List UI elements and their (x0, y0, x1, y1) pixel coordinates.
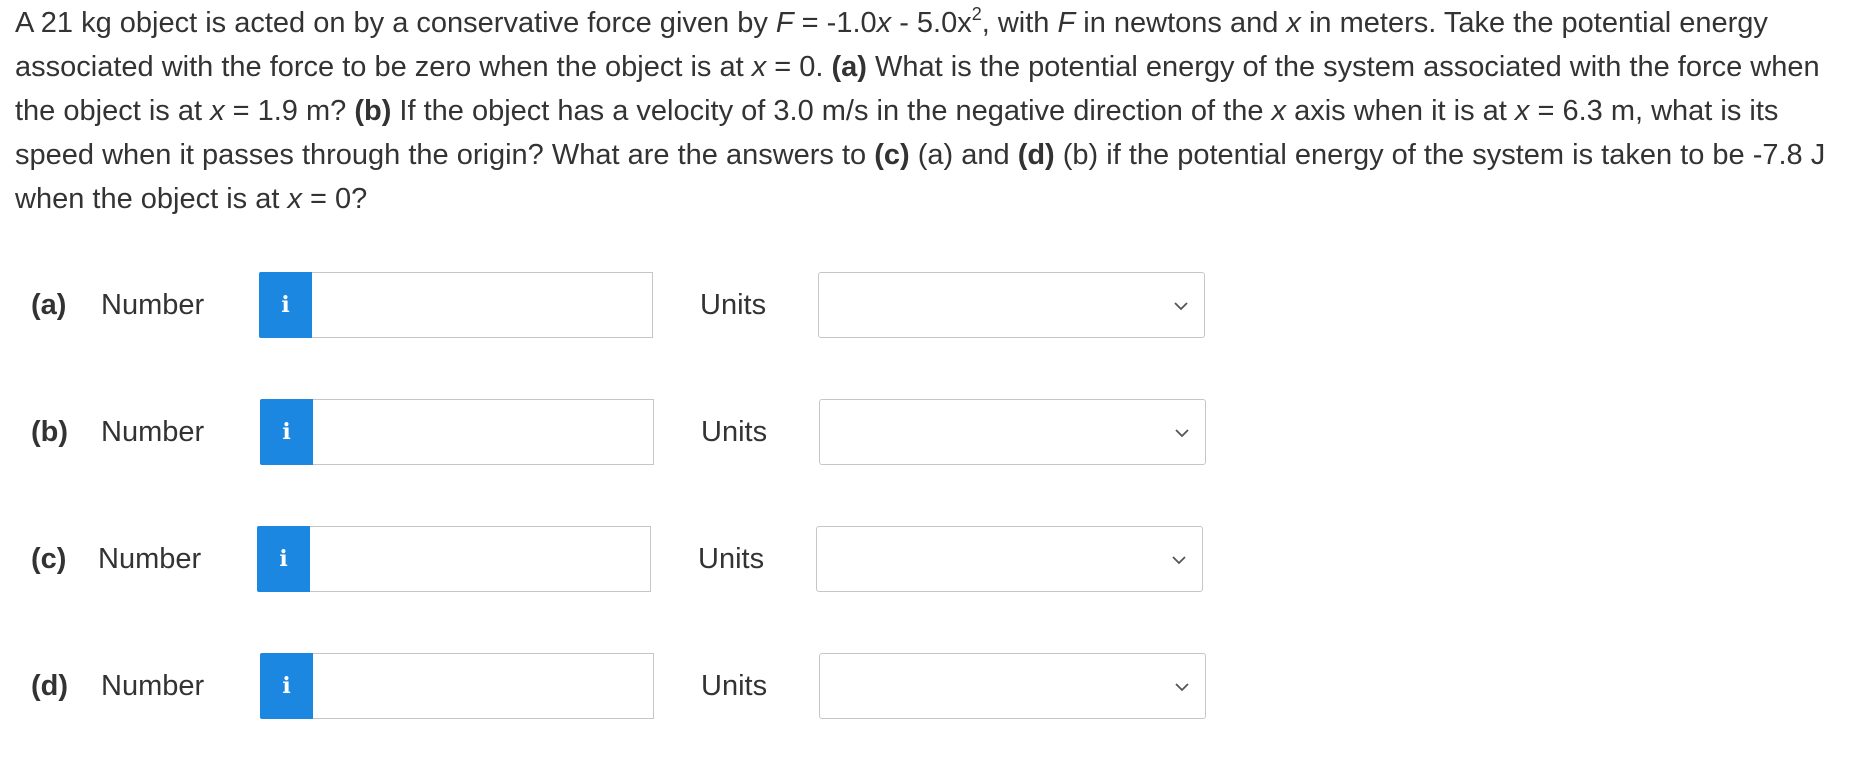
chevron-down-icon (1175, 429, 1189, 438)
question-text: A 21 kg object is acted on by a conserva… (15, 4, 1826, 215)
part-label: (b) (31, 416, 69, 448)
number-input[interactable] (310, 526, 651, 592)
chevron-down-icon (1172, 556, 1186, 565)
units-select[interactable] (819, 653, 1206, 719)
units-select[interactable] (818, 272, 1205, 338)
chevron-down-icon (1174, 302, 1188, 311)
chevron-down-icon (1175, 683, 1189, 692)
info-icon[interactable]: i (260, 653, 313, 719)
part-label: (a) (31, 289, 67, 321)
units-label: Units (701, 670, 768, 702)
units-label: Units (700, 289, 767, 321)
number-input[interactable] (313, 399, 654, 465)
info-icon[interactable]: i (259, 272, 312, 338)
answer-row-b: (b) Number i Units (0, 399, 1220, 465)
number-label: Number (101, 670, 205, 702)
part-label: (d) (31, 670, 69, 702)
info-icon[interactable]: i (260, 399, 313, 465)
number-label: Number (101, 416, 205, 448)
units-label: Units (701, 416, 768, 448)
number-label: Number (101, 289, 205, 321)
number-input[interactable] (313, 653, 654, 719)
part-label: (c) (31, 543, 67, 575)
number-input[interactable] (312, 272, 653, 338)
answer-row-a: (a) Number i Units (0, 272, 1220, 338)
units-select[interactable] (816, 526, 1203, 592)
answer-row-c: (c) Number i Units (0, 526, 1220, 592)
info-icon[interactable]: i (257, 526, 310, 592)
number-label: Number (98, 543, 202, 575)
answer-row-d: (d) Number i Units (0, 653, 1220, 719)
units-label: Units (698, 543, 765, 575)
units-select[interactable] (819, 399, 1206, 465)
